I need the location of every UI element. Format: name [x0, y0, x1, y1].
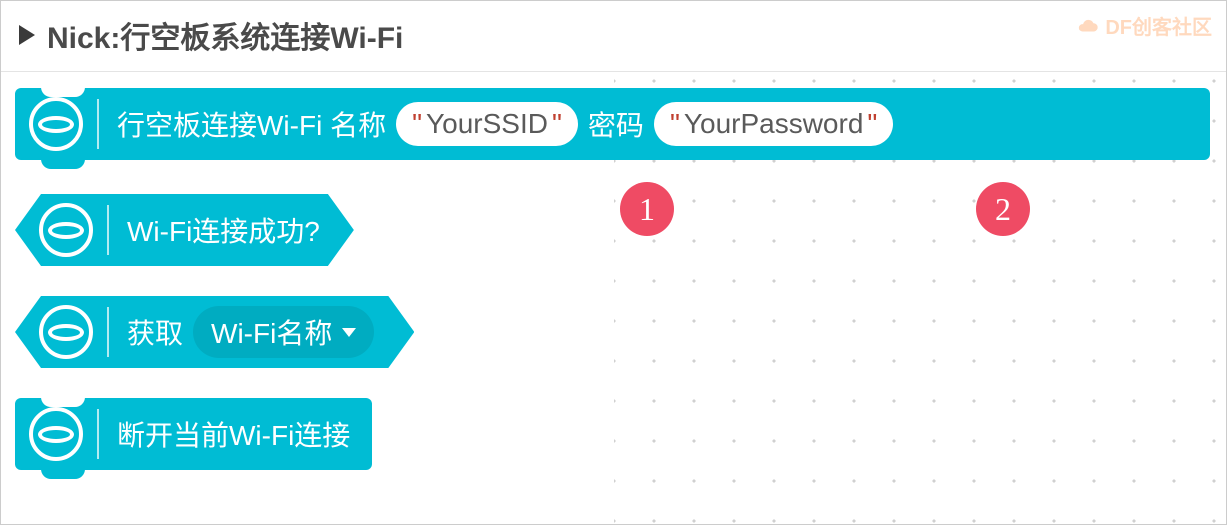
category-header[interactable]: Nick:行空板系统连接Wi-Fi — [1, 1, 1226, 72]
quote-open: " — [412, 108, 422, 140]
annotation-badge-2: 2 — [976, 182, 1030, 236]
watermark: DF创客社区 — [1077, 11, 1212, 40]
ring-icon — [29, 97, 83, 151]
quote-open: " — [670, 108, 680, 140]
block-notch-bottom — [41, 159, 85, 169]
connect-label-prefix: 行空板连接Wi-Fi 名称 — [117, 104, 386, 144]
disconnect-label: 断开当前Wi-Fi连接 — [117, 414, 350, 454]
ring-icon — [29, 407, 83, 461]
password-value: YourPassword — [684, 108, 864, 140]
block-wifi-check[interactable]: Wi-Fi连接成功? — [15, 194, 354, 266]
block-wifi-get[interactable]: 获取 Wi-Fi名称 — [15, 296, 414, 368]
divider — [107, 307, 109, 357]
ring-icon — [39, 305, 93, 359]
block-notch-top — [41, 87, 85, 97]
annotation-badge-1: 1 — [620, 182, 674, 236]
divider — [107, 205, 109, 255]
watermark-text: DF创客社区 — [1105, 11, 1212, 40]
password-input[interactable]: " YourPassword " — [654, 102, 893, 146]
category-title: Nick:行空板系统连接Wi-Fi — [47, 13, 403, 57]
divider — [97, 409, 99, 459]
cloud-icon — [1077, 15, 1099, 37]
block-wifi-connect[interactable]: 行空板连接Wi-Fi 名称 " YourSSID " 密码 " YourPass… — [15, 88, 1210, 160]
get-dropdown[interactable]: Wi-Fi名称 — [193, 306, 374, 358]
quote-close: " — [552, 108, 562, 140]
block-wifi-disconnect[interactable]: 断开当前Wi-Fi连接 — [15, 398, 372, 470]
connect-label-mid: 密码 — [588, 104, 644, 144]
ring-icon — [39, 203, 93, 257]
dropdown-selected: Wi-Fi名称 — [211, 312, 332, 352]
block-notch-top — [41, 397, 85, 407]
collapse-arrow-icon — [19, 25, 35, 45]
divider — [97, 99, 99, 149]
ssid-value: YourSSID — [426, 108, 548, 140]
blocks-palette: 行空板连接Wi-Fi 名称 " YourSSID " 密码 " YourPass… — [1, 72, 1226, 486]
ssid-input[interactable]: " YourSSID " — [396, 102, 578, 146]
block-notch-bottom — [41, 469, 85, 479]
quote-close: " — [867, 108, 877, 140]
get-label: 获取 — [127, 312, 183, 352]
check-label: Wi-Fi连接成功? — [127, 210, 320, 250]
chevron-down-icon — [342, 328, 356, 337]
